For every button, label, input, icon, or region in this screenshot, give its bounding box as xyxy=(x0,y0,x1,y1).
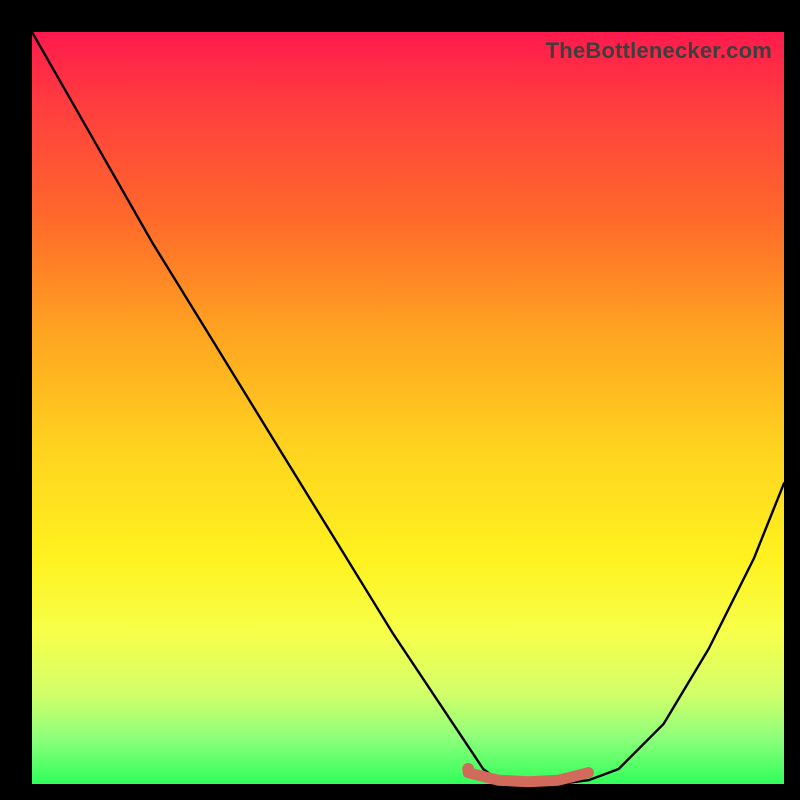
chart-frame: TheBottlenecker.com xyxy=(0,0,800,800)
chart-svg xyxy=(32,32,784,784)
highlight-dot-icon xyxy=(462,763,474,775)
plot-gradient-area: TheBottlenecker.com xyxy=(32,32,784,784)
curve-black xyxy=(32,32,784,784)
highlight-segment xyxy=(468,773,588,782)
